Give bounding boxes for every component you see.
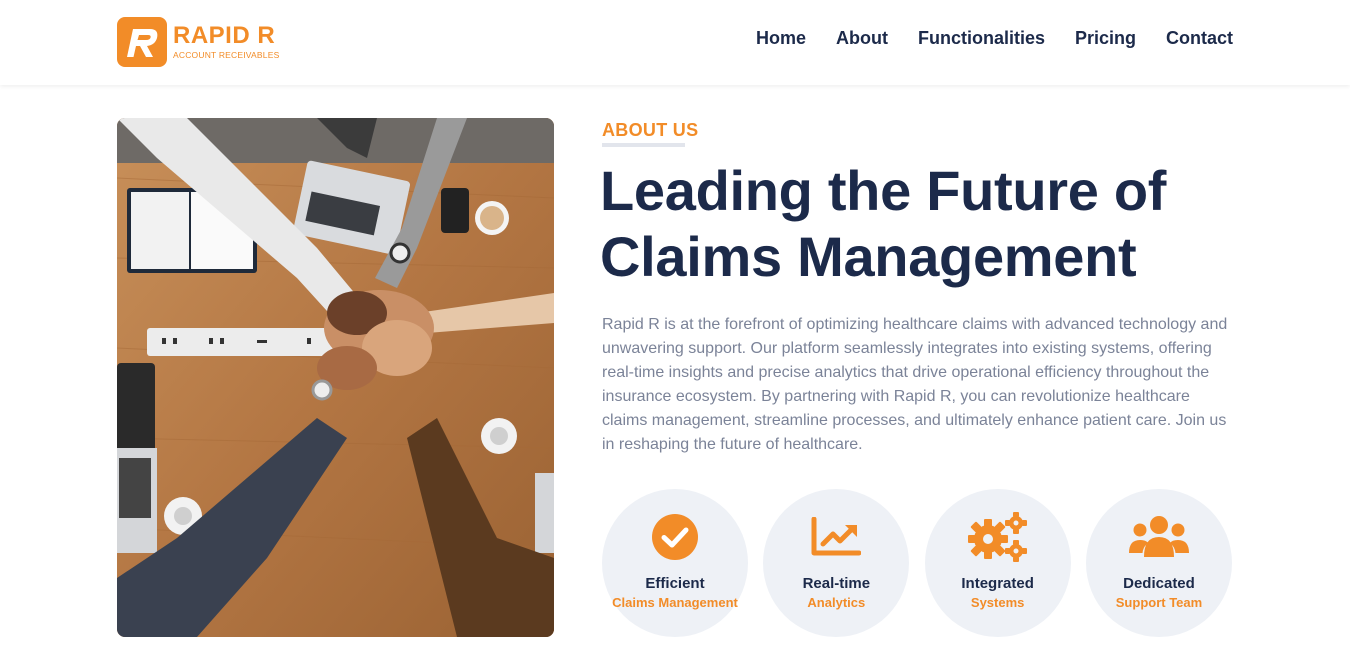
feature-title: Integrated xyxy=(961,575,1034,592)
headline-line-2: Claims Management xyxy=(600,225,1137,288)
feature-subtitle: Claims Management xyxy=(612,595,738,610)
feature-subtitle: Analytics xyxy=(807,595,866,610)
feature-realtime: Real-time Analytics xyxy=(763,489,910,637)
feature-subtitle: Support Team xyxy=(1115,595,1203,610)
brand-name: RAPID R xyxy=(173,22,276,50)
feature-title: Dedicated xyxy=(1123,575,1195,592)
feature-efficient: Efficient Claims Management xyxy=(602,489,748,637)
gears-icon xyxy=(967,512,1028,562)
team-hands-photo xyxy=(117,118,554,637)
feature-title: Real-time xyxy=(802,575,871,592)
page-title: Leading the Future of Claims Management xyxy=(600,158,1250,290)
nav-functionalities[interactable]: Functionalities xyxy=(918,28,1045,49)
features-row: Efficient Claims Management Real-time An… xyxy=(602,489,1232,637)
main-nav: Home About Functionalities Pricing Conta… xyxy=(756,28,1233,49)
feature-integrated: Integrated Systems xyxy=(924,489,1071,637)
feature-subtitle: Systems xyxy=(970,595,1025,610)
users-icon xyxy=(1128,513,1189,561)
chart-line-icon xyxy=(806,513,866,561)
nav-about[interactable]: About xyxy=(836,28,888,49)
feature-dedicated: Dedicated Support Team xyxy=(1085,489,1232,637)
brand-tagline: ACCOUNT RECEIVABLES xyxy=(173,50,280,61)
logo-mark-icon xyxy=(117,17,167,67)
section-eyebrow: ABOUT US xyxy=(602,120,699,140)
nav-home[interactable]: Home xyxy=(756,28,806,49)
headline-line-1: Leading the Future of xyxy=(600,159,1167,222)
check-circle-icon xyxy=(645,513,705,561)
feature-title: Efficient xyxy=(645,575,705,592)
site-header: RAPID R ACCOUNT RECEIVABLES Home About F… xyxy=(0,0,1350,85)
brand-logo[interactable]: RAPID R ACCOUNT RECEIVABLES xyxy=(117,16,287,68)
nav-pricing[interactable]: Pricing xyxy=(1075,28,1136,49)
nav-contact[interactable]: Contact xyxy=(1166,28,1233,49)
about-description: Rapid R is at the forefront of optimizin… xyxy=(602,316,1228,453)
eyebrow-underline xyxy=(602,143,685,147)
